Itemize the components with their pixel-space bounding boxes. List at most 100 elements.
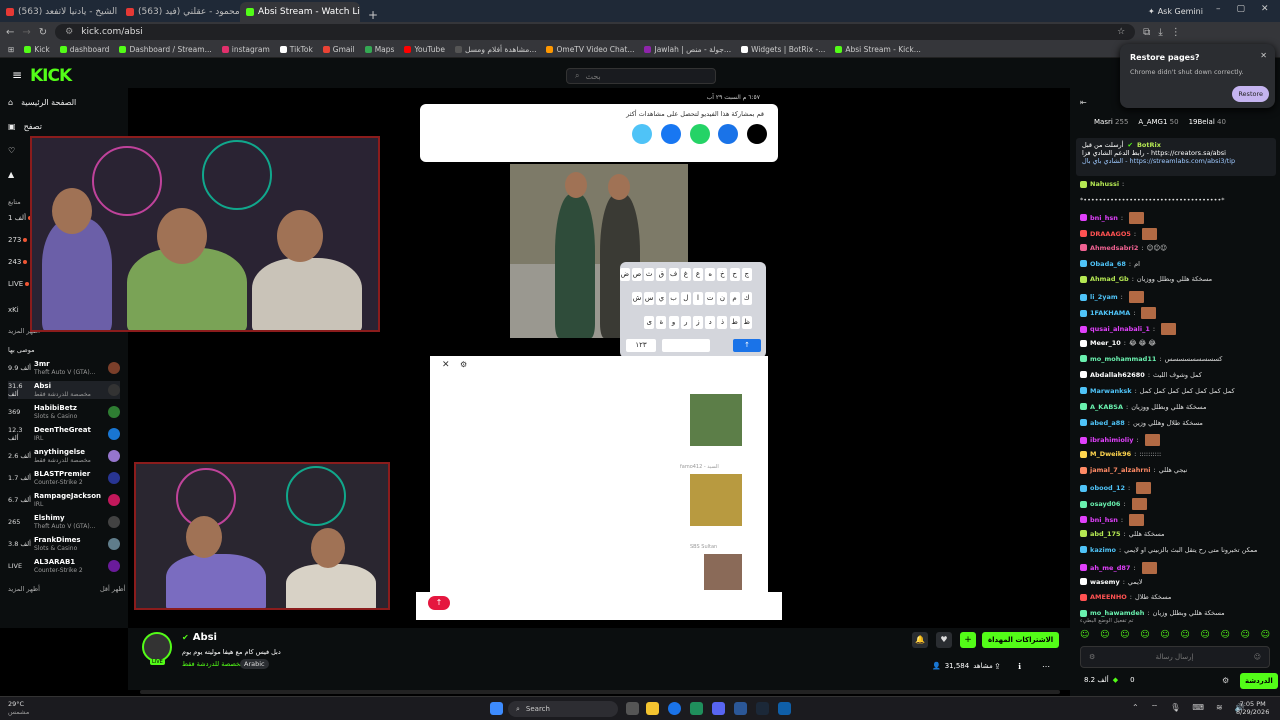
- chat-username[interactable]: bni_hsn: [1090, 214, 1118, 222]
- more-share-icon[interactable]: [632, 124, 652, 144]
- keyboard-key[interactable]: ع: [693, 268, 703, 281]
- forward-icon[interactable]: →: [22, 27, 30, 38]
- chat-input[interactable]: ⚙ إرسال رسالة ☺: [1080, 646, 1270, 668]
- search-input[interactable]: ⌕ بحث: [566, 68, 716, 84]
- keyboard-key[interactable]: ل: [680, 292, 691, 305]
- keyboard-key[interactable]: ط: [729, 316, 740, 329]
- bookmark-item[interactable]: Widgets | BotRix -...: [741, 45, 825, 54]
- network-icon[interactable]: ⌔: [1151, 703, 1159, 713]
- app-icon[interactable]: [778, 702, 791, 715]
- show-more-link[interactable]: أظهر المزيد: [8, 585, 40, 593]
- bookmark-item[interactable]: Gmail: [322, 45, 355, 54]
- keyboard-key[interactable]: خ: [717, 268, 728, 281]
- emote-icon[interactable]: ☺: [1241, 630, 1250, 640]
- chat-username[interactable]: qusai_alnabali_1: [1090, 325, 1150, 333]
- kick-logo[interactable]: KICK: [30, 66, 72, 86]
- emoji-icon[interactable]: ☺: [1254, 653, 1261, 661]
- tray-chevron-icon[interactable]: ⌃: [1132, 703, 1139, 713]
- keyboard-key[interactable]: ج: [741, 268, 752, 281]
- keyboard-key[interactable]: د: [705, 316, 716, 329]
- chat-username[interactable]: wasemy: [1090, 578, 1120, 586]
- upload-button[interactable]: ↑: [428, 596, 450, 610]
- following-count[interactable]: LIVE: [8, 280, 30, 288]
- chat-username[interactable]: AMEENHO: [1090, 593, 1127, 601]
- keyboard-key[interactable]: س: [644, 292, 655, 305]
- sidebar-item-following[interactable]: ♡: [8, 146, 15, 155]
- chat-username[interactable]: osayd06: [1090, 500, 1120, 508]
- keyboard-key[interactable]: ف: [668, 268, 679, 281]
- discord-icon[interactable]: [712, 702, 725, 715]
- space-key[interactable]: [662, 339, 710, 352]
- chat-username[interactable]: jamal_7_alzahrni: [1090, 466, 1151, 474]
- bookmark-item[interactable]: OmeTV Video Chat...: [546, 45, 634, 54]
- sidebar-channel-3mr[interactable]: 9.9 ألف 3mr Theft Auto V (GTA)...: [8, 359, 120, 377]
- sidebar-channel-elshimy[interactable]: 265 Elshimy Theft Auto V (GTA)...: [8, 513, 120, 531]
- sidebar-channel-al3arab1[interactable]: LIVE AL3ARAB1 Counter-Strike 2: [8, 557, 120, 575]
- chat-username[interactable]: Ahmad_Gb: [1090, 275, 1129, 283]
- sidebar-channel-rampagejackson[interactable]: 6.7 ألف RampageJackson IRL: [8, 491, 120, 509]
- whatsapp-share-icon[interactable]: [690, 124, 710, 144]
- app-icon[interactable]: [690, 702, 703, 715]
- chat-username[interactable]: Nahussi: [1090, 180, 1119, 188]
- taskbar-search[interactable]: ⌕ Search: [508, 701, 618, 717]
- keyboard-key[interactable]: ح: [729, 268, 740, 281]
- collapse-chat-icon[interactable]: ⇤: [1080, 98, 1087, 107]
- weather-widget[interactable]: 29°C مشمس: [8, 700, 29, 716]
- more-icon[interactable]: ⋯: [1042, 662, 1050, 671]
- chat-username[interactable]: 1FAKHAMA: [1090, 309, 1130, 317]
- restore-button[interactable]: Restore: [1232, 86, 1269, 102]
- chrome-icon[interactable]: [668, 702, 681, 715]
- numbers-key[interactable]: ١٢٣: [626, 339, 656, 352]
- apps-icon[interactable]: ⊞: [8, 45, 14, 54]
- sidebar-channel-absi[interactable]: 31.6 ألف Absi مخصصة للدردشة فقط: [8, 381, 120, 399]
- stream-category[interactable]: مخصصة للدردشة فقط: [182, 660, 244, 668]
- steam-icon[interactable]: [756, 702, 769, 715]
- emote-icon[interactable]: ☺: [1220, 630, 1229, 640]
- bookmark-star-icon[interactable]: ☆: [1117, 27, 1125, 37]
- video-thumbnail[interactable]: [704, 554, 742, 590]
- bookmark-item[interactable]: Absi Stream - Kick...: [835, 45, 921, 54]
- chat-username[interactable]: Abdallah62680: [1090, 371, 1145, 379]
- hamburger-menu-icon[interactable]: ≡: [12, 68, 22, 82]
- keyboard-key[interactable]: ق: [656, 268, 667, 281]
- gift-button[interactable]: +: [960, 632, 976, 648]
- sidebar-channel-anythingelse[interactable]: 2.6 ألف anythingelse مخصصة للدردشة فقط: [8, 447, 120, 465]
- sidebar-channel-habibibetz[interactable]: 369 HabibiBetz Slots & Casino: [8, 403, 120, 421]
- chat-send-button[interactable]: الدردشة: [1240, 673, 1278, 689]
- reload-icon[interactable]: ↻: [39, 27, 47, 38]
- following-count[interactable]: 1 ألف: [8, 214, 33, 222]
- info-icon[interactable]: ℹ: [1018, 662, 1021, 671]
- bookmark-item[interactable]: Kick: [24, 45, 50, 54]
- app-icon[interactable]: [734, 702, 747, 715]
- new-tab-button[interactable]: +: [360, 8, 386, 22]
- keyboard-key[interactable]: ة: [656, 316, 667, 329]
- emote-icon[interactable]: ☺: [1080, 630, 1089, 640]
- sidebar-channel-blastpremier[interactable]: 1.7 ألف BLASTPremier Counter-Strike 2: [8, 469, 120, 487]
- link-share-icon[interactable]: [718, 124, 738, 144]
- chat-username[interactable]: A_KABSA: [1090, 403, 1123, 411]
- site-info-icon[interactable]: ⚙: [65, 27, 73, 37]
- maximize-icon[interactable]: ▢: [1237, 4, 1246, 14]
- filter-icon[interactable]: ⚙: [460, 360, 467, 369]
- keyboard-key[interactable]: ن: [717, 292, 728, 305]
- emote-icon[interactable]: ☺: [1160, 630, 1169, 640]
- keyboard-key[interactable]: ص: [632, 268, 642, 281]
- extensions-icon[interactable]: ⧉: [1143, 27, 1150, 38]
- url-field[interactable]: ⚙ kick.com/absi ☆: [55, 24, 1136, 40]
- menu-icon[interactable]: ⋮: [1171, 27, 1181, 38]
- streamer-name[interactable]: Absi: [193, 632, 217, 643]
- sidebar-channel-frankdimes[interactable]: 3.8 ألف FrankDimes Slots & Casino: [8, 535, 120, 553]
- bookmark-item[interactable]: Dashboard / Stream...: [119, 45, 212, 54]
- chat-username[interactable]: Marwanksk: [1090, 387, 1132, 395]
- keyboard-key[interactable]: و: [668, 316, 679, 329]
- keyboard-key[interactable]: ت: [705, 292, 716, 305]
- bookmark-item[interactable]: dashboard: [59, 45, 109, 54]
- chat-settings-icon[interactable]: ⚙: [1222, 676, 1229, 685]
- sidebar-item-home[interactable]: ⌂ الصفحة الرئيسية: [8, 98, 76, 107]
- keyboard-key[interactable]: ز: [693, 316, 703, 329]
- bookmark-item[interactable]: instagram: [221, 45, 270, 54]
- share-icon[interactable]: ⇪: [994, 662, 1001, 671]
- chat-username[interactable]: ibrahimioliy: [1090, 436, 1134, 444]
- keyboard-key[interactable]: غ: [680, 268, 691, 281]
- streamer-avatar[interactable]: [142, 632, 172, 662]
